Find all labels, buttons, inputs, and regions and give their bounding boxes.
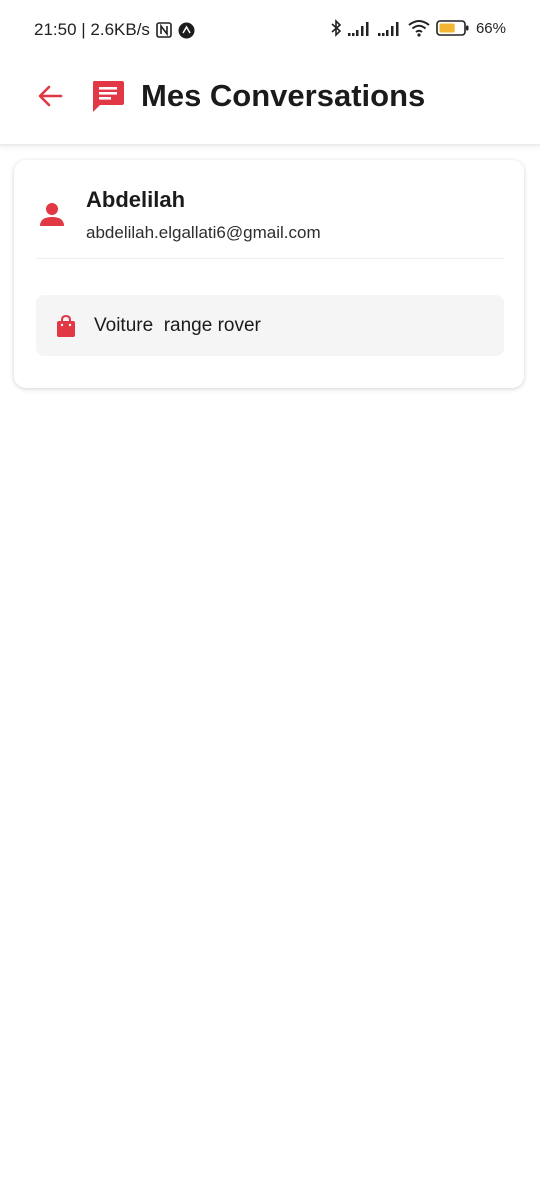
product-title: Voiture range rover: [94, 315, 261, 336]
conversation-card[interactable]: Abdelilah abdelilah.elgallati6@gmail.com…: [14, 160, 524, 388]
signal-2-icon: [377, 20, 402, 36]
app-bar: Mes Conversations: [0, 60, 540, 146]
product-row[interactable]: Voiture range rover: [36, 295, 504, 356]
arrow-left-icon: [37, 83, 63, 114]
contact-email: abdelilah.elgallati6@gmail.com: [86, 223, 321, 242]
status-bar: 21:50 | 2.6KB/s 66%: [0, 0, 540, 60]
battery-percent: 66%: [475, 19, 506, 37]
status-time-speed: 21:50 | 2.6KB/s: [34, 20, 150, 39]
battery-icon: [436, 19, 470, 37]
status-right: 66%: [330, 19, 506, 37]
app-notification-icon: [178, 22, 195, 39]
bluetooth-icon: [330, 19, 342, 37]
page-title: Mes Conversations: [141, 78, 426, 113]
card-divider: [36, 258, 504, 259]
back-button[interactable]: [34, 82, 66, 114]
person-icon: [38, 200, 66, 228]
contact-name: Abdelilah: [86, 187, 186, 212]
chat-icon: [90, 78, 126, 114]
status-left: 21:50 | 2.6KB/s: [34, 20, 195, 40]
nfc-icon: [156, 22, 172, 38]
signal-1-icon: [347, 20, 372, 36]
wifi-icon: [408, 19, 430, 37]
shopping-bag-icon: [54, 314, 78, 338]
